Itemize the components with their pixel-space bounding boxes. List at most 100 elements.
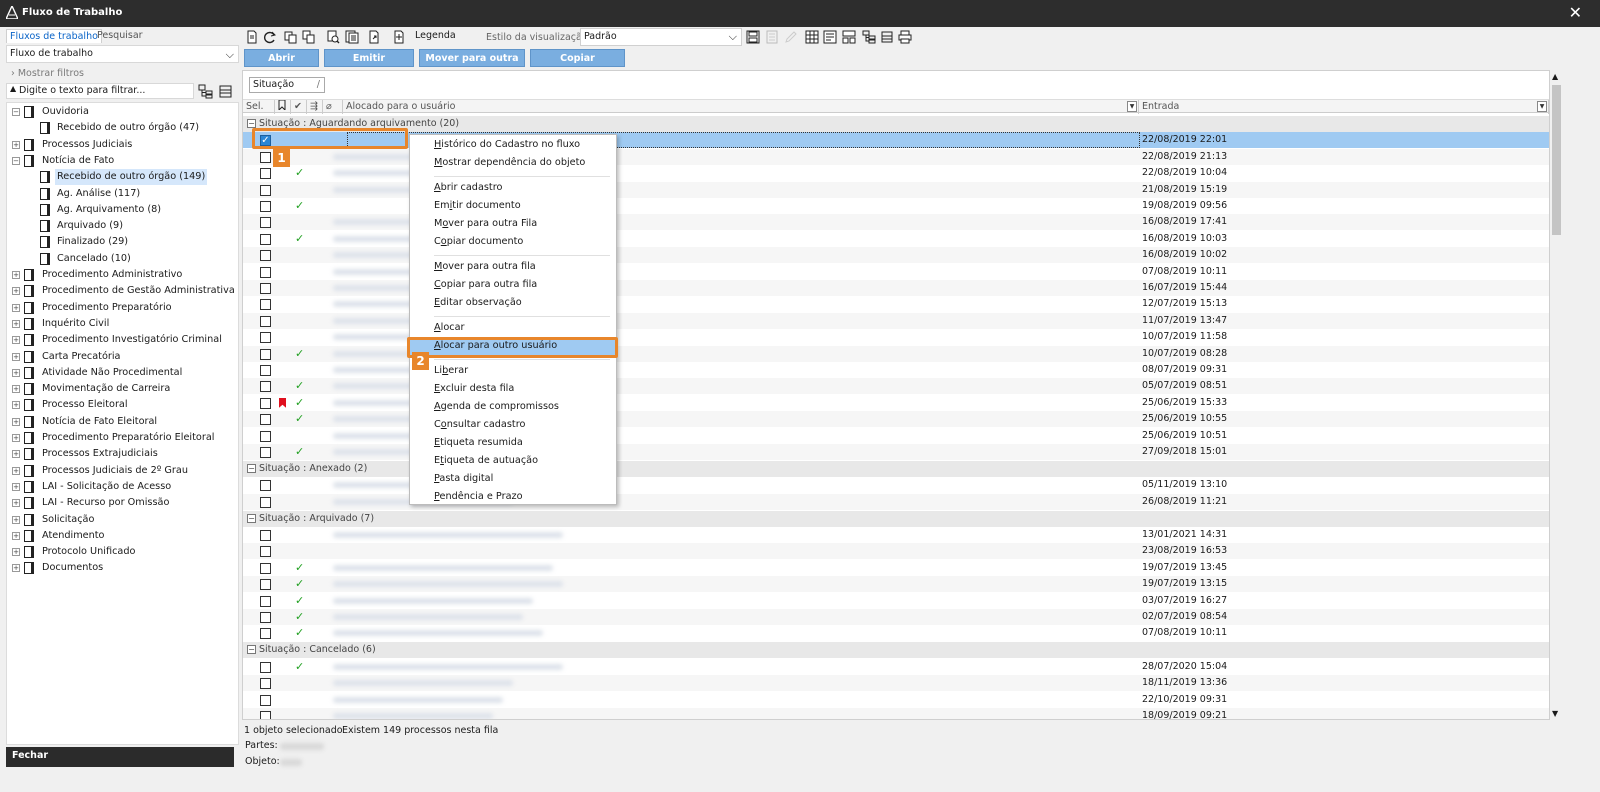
- col-entry-filter-icon[interactable]: ▼: [1537, 101, 1547, 112]
- menu-item[interactable]: Copiar para outra fila: [434, 277, 537, 293]
- expand-icon[interactable]: +: [12, 401, 20, 410]
- menu-item[interactable]: Mostrar dependência do objeto: [434, 155, 585, 171]
- copy-alt-icon[interactable]: [302, 30, 316, 44]
- row-checkbox[interactable]: [260, 562, 271, 574]
- row-checkbox[interactable]: [260, 496, 271, 508]
- tab-fluxos[interactable]: Fluxos de trabalho: [6, 29, 102, 43]
- expand-icon[interactable]: +: [12, 482, 20, 491]
- table-row[interactable]: ✓ 19/07/2019 13:15: [243, 576, 1549, 593]
- expand-icon[interactable]: +: [12, 499, 20, 508]
- col-entry[interactable]: Entrada: [1139, 100, 1549, 114]
- expand-icon[interactable]: +: [12, 352, 20, 361]
- menu-item[interactable]: Histórico do Cadastro no fluxo: [434, 137, 580, 153]
- row-checkbox[interactable]: [260, 233, 271, 245]
- expand-icon[interactable]: +: [12, 466, 20, 475]
- row-checkbox[interactable]: [260, 612, 271, 623]
- table-row[interactable]: 18/11/2019 13:36: [243, 675, 1549, 692]
- tree-node[interactable]: + Carta Precatória: [10, 349, 235, 365]
- expand-icon[interactable]: +: [12, 515, 20, 524]
- legend-label[interactable]: Legenda: [415, 30, 456, 41]
- menu-item[interactable]: Mover para outra fila: [434, 259, 536, 275]
- expand-icon[interactable]: −: [12, 156, 20, 165]
- tree-node[interactable]: + Procedimento Investigatório Criminal: [10, 332, 235, 348]
- menu-item[interactable]: Emitir documento: [434, 198, 521, 214]
- row-checkbox[interactable]: [260, 201, 271, 212]
- tree-node[interactable]: + Procedimento Preparatório: [10, 300, 235, 316]
- expand-icon[interactable]: +: [12, 287, 20, 296]
- tree-node[interactable]: + Notícia de Fato Eleitoral: [10, 414, 235, 430]
- row-checkbox[interactable]: [260, 381, 271, 393]
- collapse-icon[interactable]: −: [247, 119, 256, 128]
- grid-scrollbar[interactable]: ▲ ▼: [1550, 70, 1563, 720]
- col-attachment[interactable]: ⌀: [323, 100, 343, 114]
- menu-item[interactable]: Alocar para outro usuário: [434, 338, 557, 354]
- table-row[interactable]: 22/10/2019 09:31: [243, 692, 1549, 708]
- row-checkbox[interactable]: [260, 184, 271, 196]
- row-checkbox[interactable]: [260, 447, 271, 458]
- collapse-icon[interactable]: −: [247, 463, 256, 473]
- columns-icon[interactable]: [805, 30, 819, 44]
- tree-node[interactable]: + Protocolo Unificado: [10, 544, 235, 560]
- menu-item[interactable]: Pendência e Prazo: [434, 489, 523, 505]
- menu-item[interactable]: Pasta digital: [434, 471, 493, 487]
- workflow-select[interactable]: Fluxo de trabalho ⌵: [6, 45, 239, 63]
- expand-icon[interactable]: +: [12, 450, 20, 459]
- tree-node[interactable]: + Atendimento: [10, 528, 235, 544]
- tree-node[interactable]: + Documentos: [10, 560, 235, 576]
- row-checkbox[interactable]: [260, 480, 271, 492]
- tree-node[interactable]: + Inquérito Civil: [10, 316, 235, 332]
- tree-node[interactable]: Ag. Arquivamento (8): [10, 202, 235, 218]
- menu-item[interactable]: Copiar documento: [434, 234, 523, 250]
- row-checkbox[interactable]: [260, 151, 271, 163]
- expand-icon[interactable]: +: [12, 303, 20, 312]
- table-row[interactable]: ✓ 02/07/2019 08:54: [243, 609, 1549, 625]
- menu-item[interactable]: Etiqueta resumida: [434, 435, 523, 451]
- expand-icon[interactable]: +: [12, 564, 20, 573]
- tree-collapse-icon[interactable]: [218, 84, 234, 99]
- expand-icon[interactable]: +: [12, 319, 20, 328]
- scroll-up-icon[interactable]: ▲: [1552, 72, 1558, 81]
- copy-document-button[interactable]: Copiar documento: [530, 49, 625, 82]
- new-document-icon[interactable]: [245, 30, 259, 44]
- layout-icon[interactable]: [842, 30, 856, 44]
- row-checkbox[interactable]: [260, 332, 271, 344]
- expand-icon[interactable]: +: [12, 140, 20, 149]
- tree-node[interactable]: + Procedimento Administrativo: [10, 267, 235, 283]
- tree-node[interactable]: + Atividade Não Procedimental: [10, 365, 235, 381]
- row-checkbox[interactable]: [260, 397, 271, 409]
- menu-item[interactable]: Editar observação: [434, 295, 522, 311]
- tree-node[interactable]: + LAI - Recurso por Omissão: [10, 495, 235, 511]
- row-checkbox[interactable]: [260, 661, 271, 673]
- row-checkbox[interactable]: [260, 595, 271, 607]
- scroll-thumb[interactable]: [1552, 85, 1561, 235]
- close-button[interactable]: Fechar: [6, 747, 234, 767]
- tree-node[interactable]: + Procedimento Preparatório Eleitoral: [10, 430, 235, 446]
- tree-node[interactable]: Cancelado (10): [10, 251, 235, 267]
- group-by-chip[interactable]: Situação /: [249, 77, 325, 93]
- group-row[interactable]: − Situação : Cancelado (6): [243, 642, 1549, 659]
- table-row[interactable]: 23/08/2019 16:53: [243, 543, 1549, 560]
- expand-icon[interactable]: +: [12, 417, 20, 426]
- col-user[interactable]: Alocado para o usuário: [343, 100, 1139, 114]
- tree-node[interactable]: + Movimentação de Carreira: [10, 381, 235, 397]
- row-checkbox[interactable]: [260, 710, 271, 719]
- tree-node[interactable]: Arquivado (9): [10, 218, 235, 234]
- col-bookmark[interactable]: [275, 99, 291, 114]
- row-checkbox[interactable]: [260, 348, 271, 360]
- tree-node[interactable]: + Solicitação: [10, 512, 235, 528]
- show-filters-link[interactable]: › Mostrar filtros: [11, 68, 84, 79]
- tree-node[interactable]: + Procedimento de Gestão Administrativa: [10, 283, 235, 299]
- tree-filter-input[interactable]: ▲ Digite o texto para filtrar...: [6, 83, 194, 99]
- copy-icon[interactable]: [284, 30, 298, 44]
- expand-icon[interactable]: +: [12, 531, 20, 540]
- expand-icon[interactable]: +: [12, 548, 20, 557]
- menu-item[interactable]: Liberar: [434, 363, 468, 379]
- tree-node[interactable]: Recebido de outro órgão (149): [10, 169, 235, 186]
- expand-icon[interactable]: +: [12, 336, 20, 345]
- row-checkbox[interactable]: [260, 414, 271, 426]
- menu-item[interactable]: Agenda de compromissos: [434, 399, 559, 415]
- expand-icon[interactable]: +: [12, 271, 20, 279]
- menu-item[interactable]: Mover para outra Fila: [434, 216, 537, 232]
- table-row[interactable]: 13/01/2021 14:31: [243, 527, 1549, 543]
- tree-node[interactable]: + Processos Extrajudiciais: [10, 446, 235, 462]
